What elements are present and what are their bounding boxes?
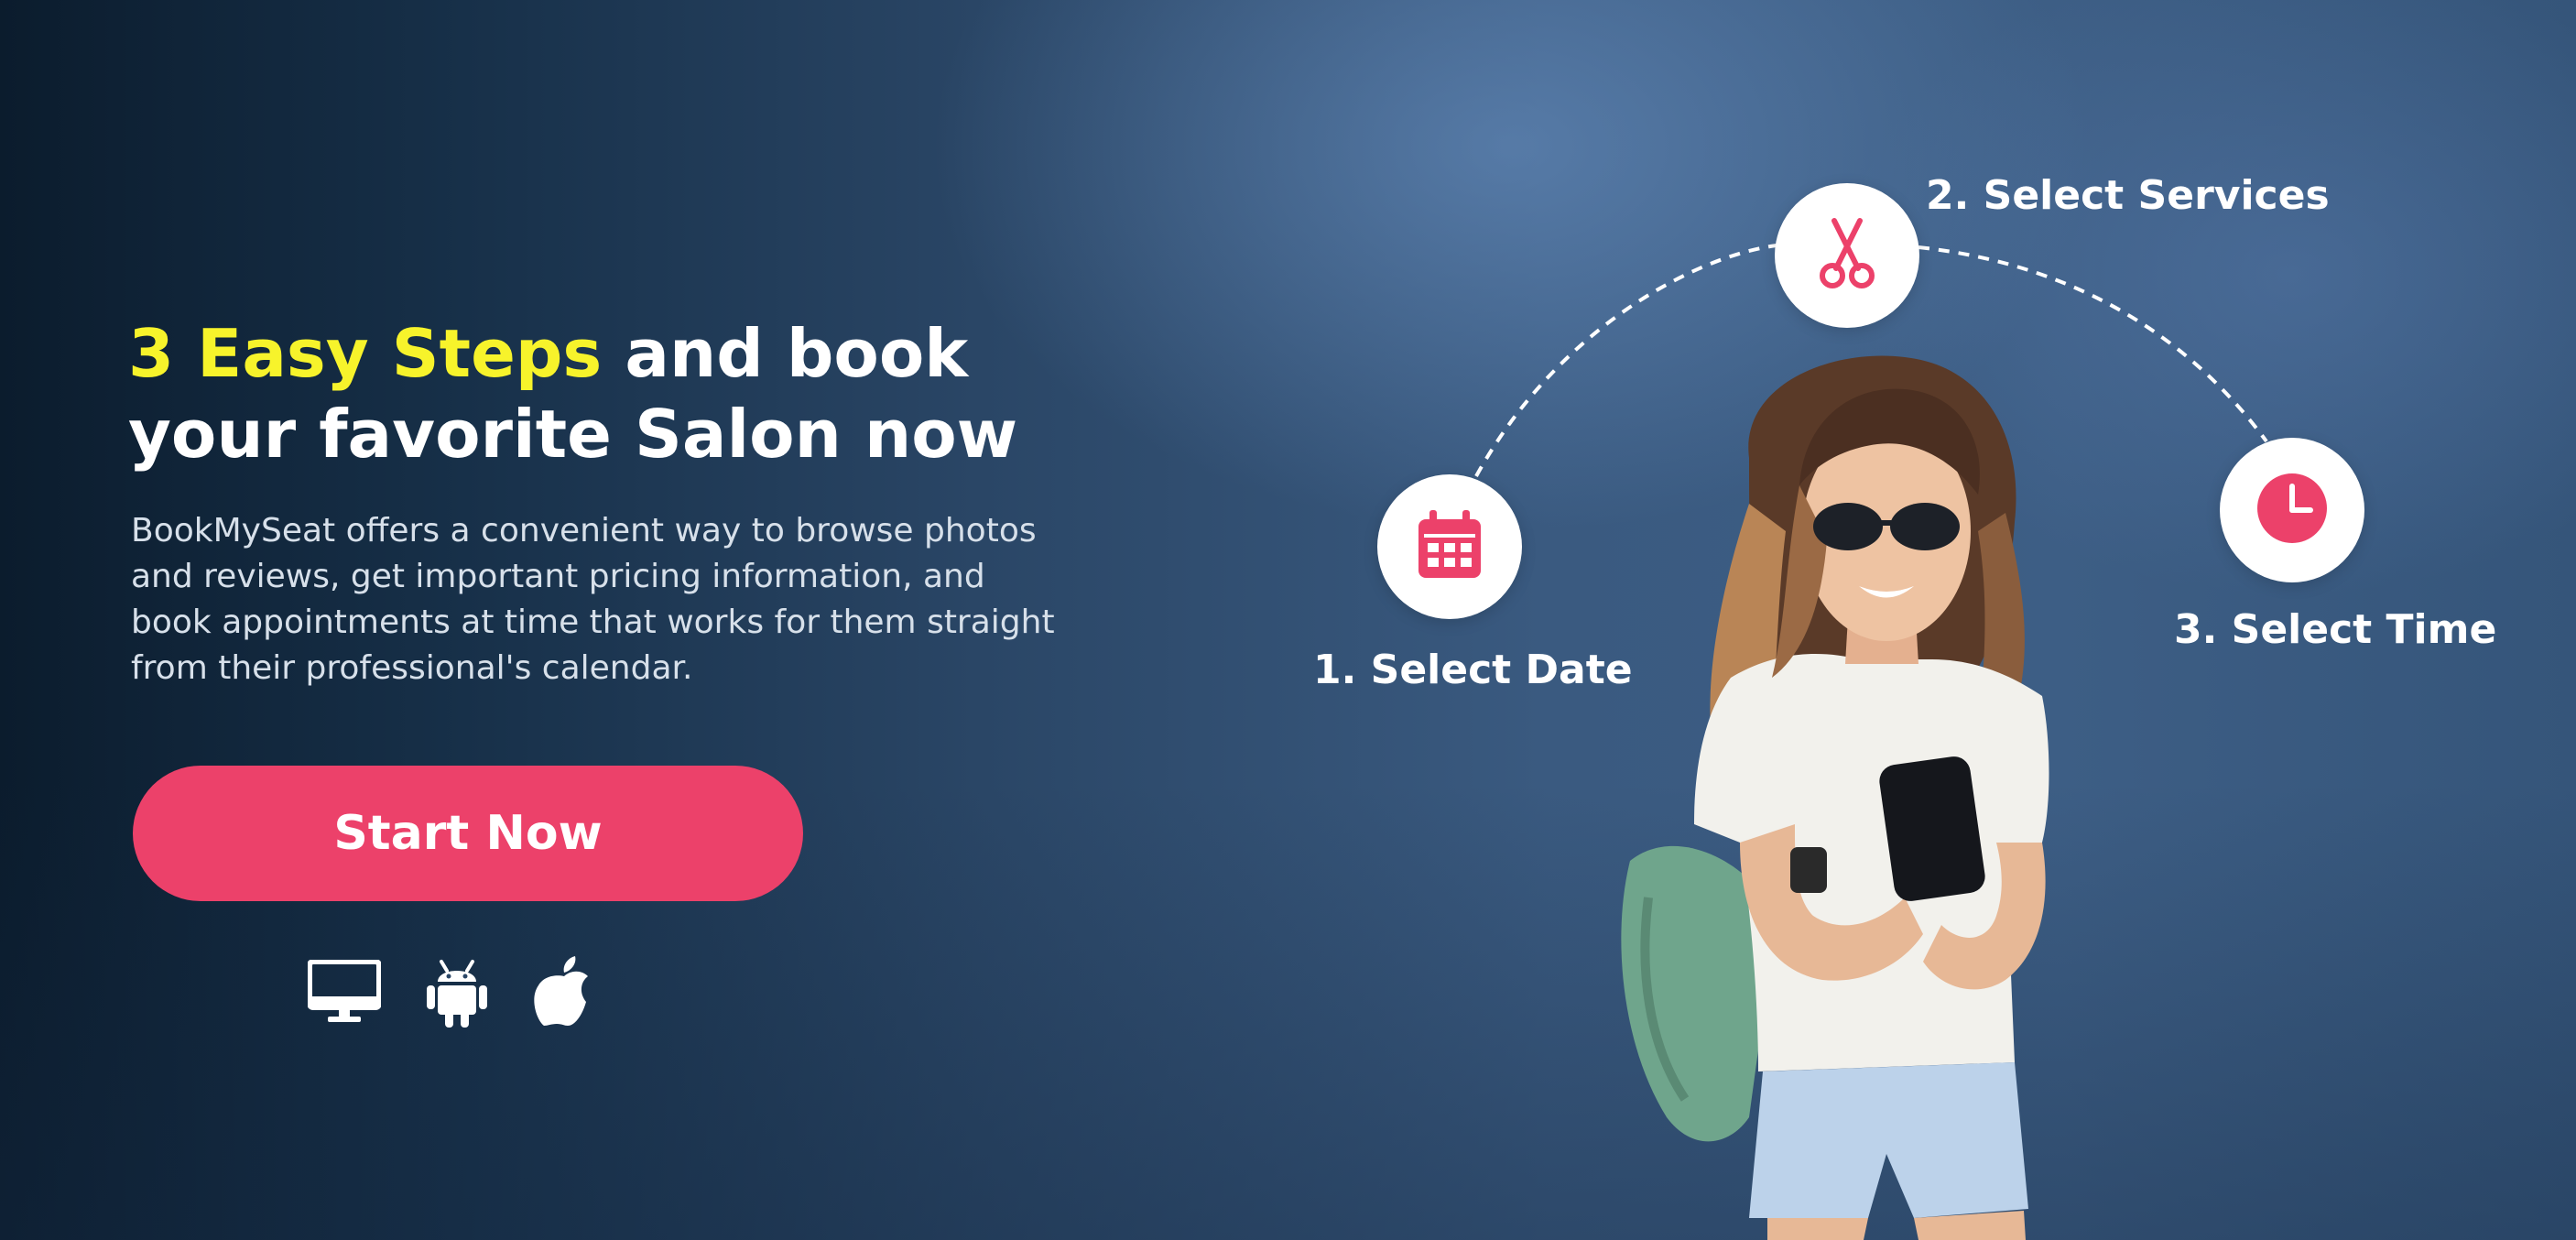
- calendar-icon: [1417, 509, 1483, 584]
- scissors-icon: [1818, 217, 1876, 295]
- desktop-icon[interactable]: [308, 960, 381, 1026]
- step-select-time-button[interactable]: [2220, 438, 2364, 582]
- step-3-label: 3. Select Time: [2174, 606, 2497, 653]
- headline-line2: your favorite Salon now: [128, 396, 1018, 473]
- start-now-button[interactable]: Start Now: [133, 766, 803, 901]
- android-icon[interactable]: [427, 958, 487, 1028]
- clock-icon: [2255, 472, 2329, 549]
- hero-description: BookMySeat offers a convenient way to br…: [131, 512, 1055, 687]
- step-2-label: 2. Select Services: [1926, 172, 2330, 219]
- hero-banner: 2. Select Services 1. Select Date 3. Sel…: [0, 0, 2576, 1240]
- headline-line1-rest: and book: [602, 315, 969, 392]
- platform-icons: [308, 956, 595, 1029]
- step-select-date-button[interactable]: [1377, 474, 1522, 619]
- step-select-services-button[interactable]: [1775, 183, 1919, 328]
- step-1-label: 1. Select Date: [1313, 647, 1633, 693]
- apple-icon[interactable]: [533, 956, 595, 1029]
- page-title: 3 Easy Steps and book your favorite Salo…: [128, 313, 1044, 474]
- headline-accent: 3 Easy Steps: [128, 315, 603, 392]
